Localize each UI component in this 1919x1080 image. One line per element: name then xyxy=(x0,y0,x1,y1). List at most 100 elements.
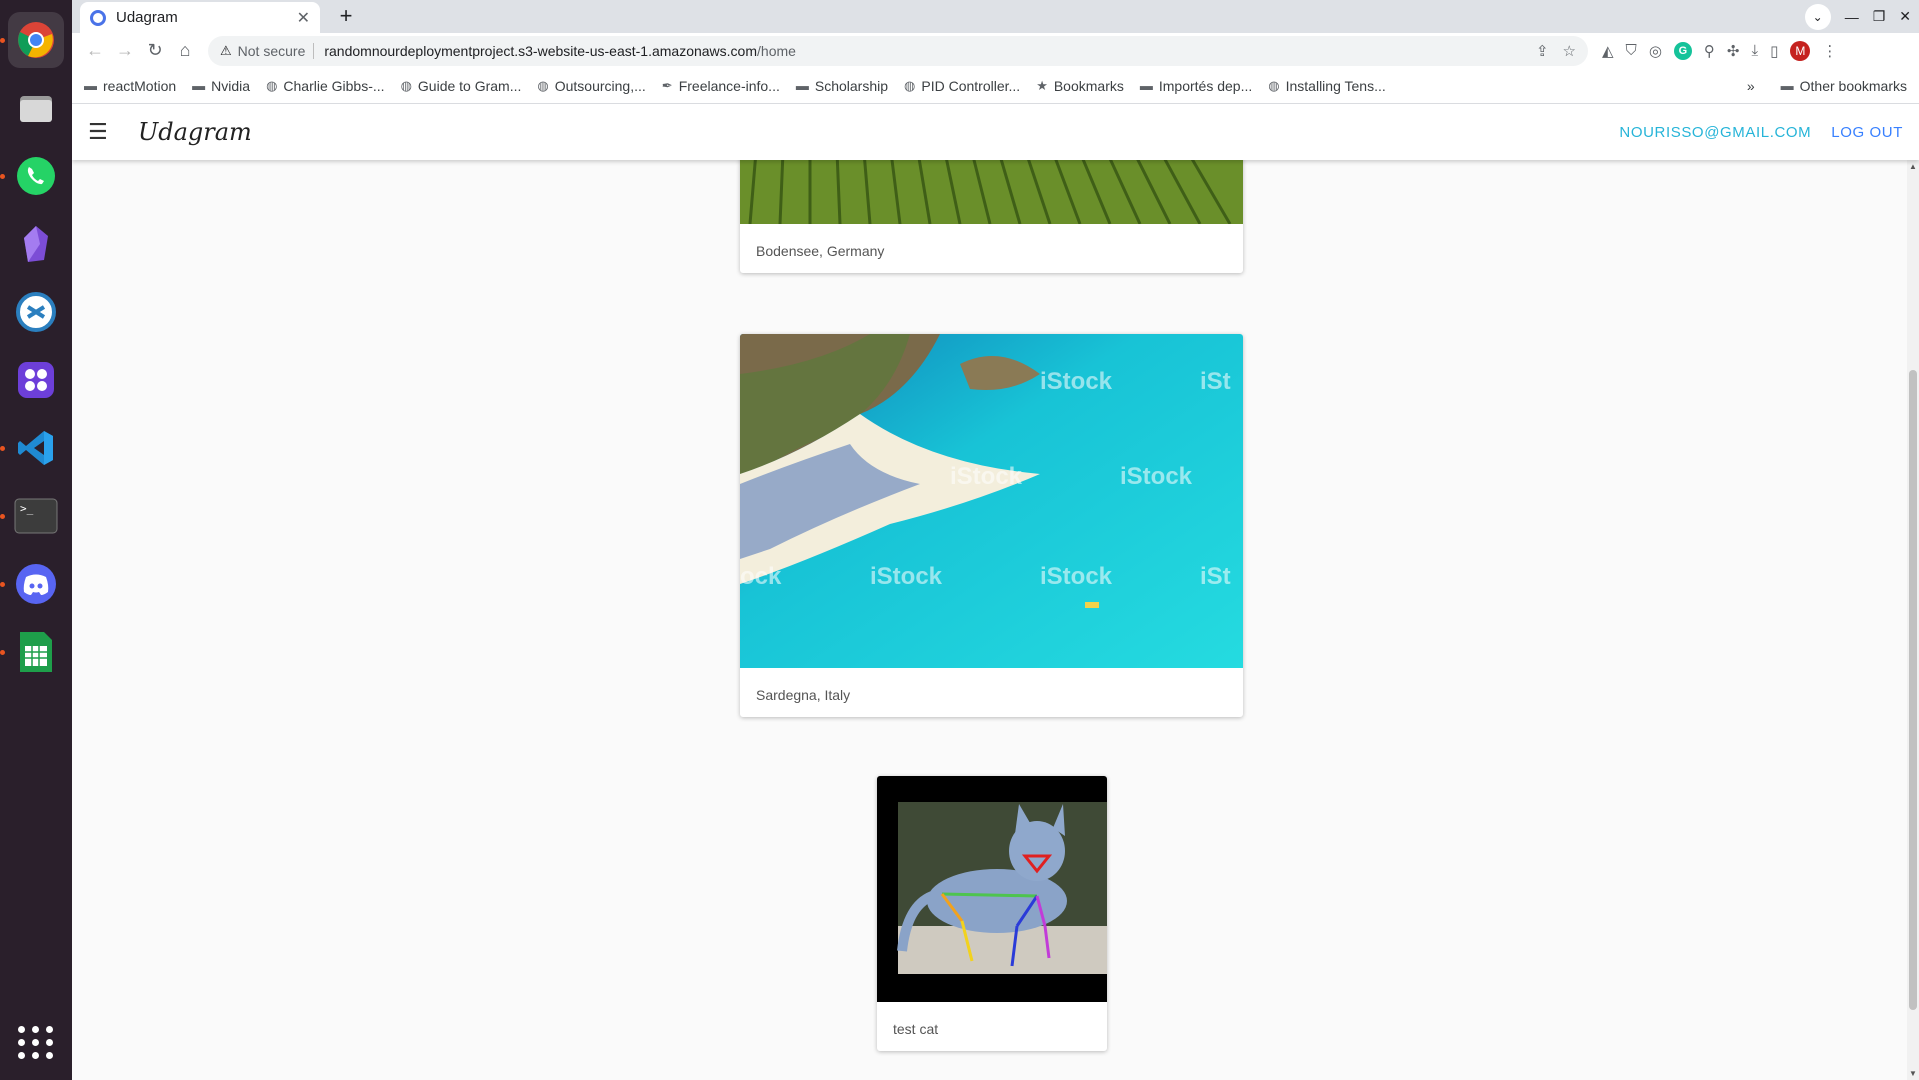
app-brand[interactable]: Udagram xyxy=(138,118,252,146)
warning-icon[interactable]: ⚠ xyxy=(220,43,232,59)
bookmark-label: Charlie Gibbs-... xyxy=(283,77,385,94)
bookmark-label: Guide to Gram... xyxy=(417,77,522,94)
feed-card: iStock iSt iStock iStock ock iStock iStock iS… xyxy=(740,334,1243,717)
running-indicator xyxy=(0,38,5,43)
card-caption: Bodensee, Germany xyxy=(756,243,885,259)
extensions-area: ◭ ⛉ ◎ G ⚲ ✣ ⤓ ▯ M ⋮ xyxy=(1602,40,1837,61)
bookmark-star-icon[interactable]: ☆ xyxy=(1563,42,1576,60)
url-path: /home xyxy=(757,42,796,59)
window-controls: ⌄ — ❐ ✕ xyxy=(1804,0,1911,33)
feed-list: Bodensee, Germany iStock iSt iStock iSto… xyxy=(72,104,1919,1080)
bookmark-item[interactable]: ▬ Scholarship xyxy=(796,78,888,94)
globe-icon: ◍ xyxy=(904,77,916,93)
obsidian-icon[interactable] xyxy=(8,216,64,272)
page-scrollbar[interactable]: ▲ ▼ xyxy=(1907,160,1919,1080)
security-label[interactable]: Not secure xyxy=(238,43,306,59)
bookmark-item[interactable]: ◍ PID Controller... xyxy=(904,78,1020,94)
bookmark-item[interactable]: ▬ reactMotion xyxy=(84,78,176,94)
bookmarks-overflow-icon[interactable]: » xyxy=(1747,78,1755,94)
bookmark-item[interactable]: ◍ Charlie Gibbs-... xyxy=(266,78,385,94)
card-caption: Sardegna, Italy xyxy=(756,687,851,703)
running-indicator xyxy=(0,582,5,587)
running-indicator xyxy=(0,446,5,451)
terminal-icon[interactable]: >_ xyxy=(0,488,64,544)
scrollbar-thumb[interactable] xyxy=(1909,370,1917,1010)
running-indicator xyxy=(0,514,5,519)
bookmark-item[interactable]: ◍ Guide to Gram... xyxy=(401,78,522,94)
star-icon: ★ xyxy=(1036,77,1048,93)
bookmark-item[interactable]: ◍ Installing Tens... xyxy=(1268,78,1385,94)
beach-aerial-photo: iStock iSt iStock iStock ock iStock iStock iS… xyxy=(740,334,1243,668)
downloads-icon[interactable]: ⤓ xyxy=(1751,42,1758,59)
tab-udagram[interactable]: Udagram ✕ xyxy=(80,2,320,33)
restore-icon[interactable]: ❐ xyxy=(1873,8,1886,25)
forward-icon[interactable]: → xyxy=(110,40,140,61)
back-icon[interactable]: ← xyxy=(80,40,110,61)
bookmark-item[interactable]: ✒ Freelance-info... xyxy=(662,78,780,94)
bookmark-label: Bookmarks xyxy=(1053,77,1124,94)
card-caption: test cat xyxy=(893,1021,939,1037)
bookmark-item[interactable]: ▬ Importés dep... xyxy=(1140,78,1252,94)
svg-text:ock: ock xyxy=(740,563,782,590)
svg-text:iStock: iStock xyxy=(1040,368,1113,395)
globe-icon: ◍ xyxy=(266,77,278,93)
extension-hat-icon[interactable]: ◭ xyxy=(1602,42,1614,60)
bookmark-item[interactable]: ★ Bookmarks xyxy=(1036,78,1124,94)
folder-icon: ▬ xyxy=(84,78,97,93)
folder-icon: ▬ xyxy=(192,78,206,93)
user-email-link[interactable]: NOURISSO@GMAIL.COM xyxy=(1619,124,1811,141)
web-page: ☰ Udagram NOURISSO@GMAIL.COM LOG OUT Bod… xyxy=(72,104,1919,1080)
scroll-down-arrow-icon[interactable]: ▼ xyxy=(1907,1069,1919,1078)
profile-avatar[interactable]: M xyxy=(1790,40,1811,61)
extensions-puzzle-icon[interactable]: ✣ xyxy=(1727,42,1740,60)
minimize-icon[interactable]: — xyxy=(1845,9,1859,25)
bookmark-item[interactable]: ▬ Nvidia xyxy=(192,78,250,94)
svg-text:iSt: iSt xyxy=(1200,563,1231,590)
home-icon[interactable]: ⌂ xyxy=(170,40,200,61)
ubuntu-dock: >_ xyxy=(0,0,72,1080)
url-host: randomnourdeploymentproject.s3-website-u… xyxy=(324,42,758,59)
bookmark-label: PID Controller... xyxy=(921,77,1021,94)
bookmark-label: Nvidia xyxy=(211,77,251,94)
address-bar[interactable]: ⚠ Not secure randomnourdeploymentproject… xyxy=(208,35,1588,66)
chrome-icon[interactable] xyxy=(0,12,64,68)
spreadsheet-icon[interactable] xyxy=(0,624,64,680)
tab-search-icon[interactable]: ⌄ xyxy=(1804,3,1831,30)
extension-figure-icon[interactable]: ⚲ xyxy=(1704,42,1715,60)
close-window-icon[interactable]: ✕ xyxy=(1899,8,1911,25)
bookmark-item[interactable]: ◍ Outsourcing,... xyxy=(537,78,645,94)
extension-circle-icon[interactable]: ◎ xyxy=(1649,42,1662,60)
other-bookmarks-label: Other bookmarks xyxy=(1799,77,1907,94)
address-separator xyxy=(313,42,315,59)
new-tab-button[interactable]: + xyxy=(332,3,360,29)
svg-text:>_: >_ xyxy=(20,502,34,515)
remote-desktop-icon[interactable] xyxy=(8,284,64,340)
close-tab-icon[interactable]: ✕ xyxy=(297,8,310,28)
extension-shield-icon[interactable]: ⛉ xyxy=(1626,42,1637,59)
svg-text:iStock: iStock xyxy=(1120,463,1193,490)
reload-icon[interactable]: ↻ xyxy=(140,40,170,61)
logout-button[interactable]: LOG OUT xyxy=(1831,124,1903,141)
side-panel-icon[interactable]: ▯ xyxy=(1770,42,1778,60)
browser-menu-icon[interactable]: ⋮ xyxy=(1822,42,1837,60)
globe-icon: ◍ xyxy=(1268,77,1280,93)
other-bookmarks[interactable]: ▬ Other bookmarks xyxy=(1781,78,1907,94)
whatsapp-icon[interactable] xyxy=(0,148,64,204)
svg-text:iStock: iStock xyxy=(950,463,1023,490)
slack-icon[interactable] xyxy=(8,352,64,408)
bookmark-label: Outsourcing,... xyxy=(554,77,646,94)
files-icon[interactable] xyxy=(8,80,64,136)
bookmark-label: reactMotion xyxy=(103,77,177,94)
share-icon[interactable]: ⇪ xyxy=(1536,42,1549,60)
tab-strip: Udagram ✕ + ⌄ — ❐ ✕ xyxy=(72,0,1919,33)
hamburger-menu-icon[interactable]: ☰ xyxy=(88,119,124,145)
scroll-up-arrow-icon[interactable]: ▲ xyxy=(1907,162,1919,171)
grammarly-icon[interactable]: G xyxy=(1673,41,1692,60)
show-applications-icon[interactable] xyxy=(8,1014,64,1070)
vscode-icon[interactable] xyxy=(0,420,64,476)
running-indicator xyxy=(0,174,5,179)
svg-text:iSt: iSt xyxy=(1200,368,1231,395)
app-header: ☰ Udagram NOURISSO@GMAIL.COM LOG OUT xyxy=(72,104,1919,160)
cat-pose-photo xyxy=(877,776,1107,1002)
discord-icon[interactable] xyxy=(0,556,64,612)
